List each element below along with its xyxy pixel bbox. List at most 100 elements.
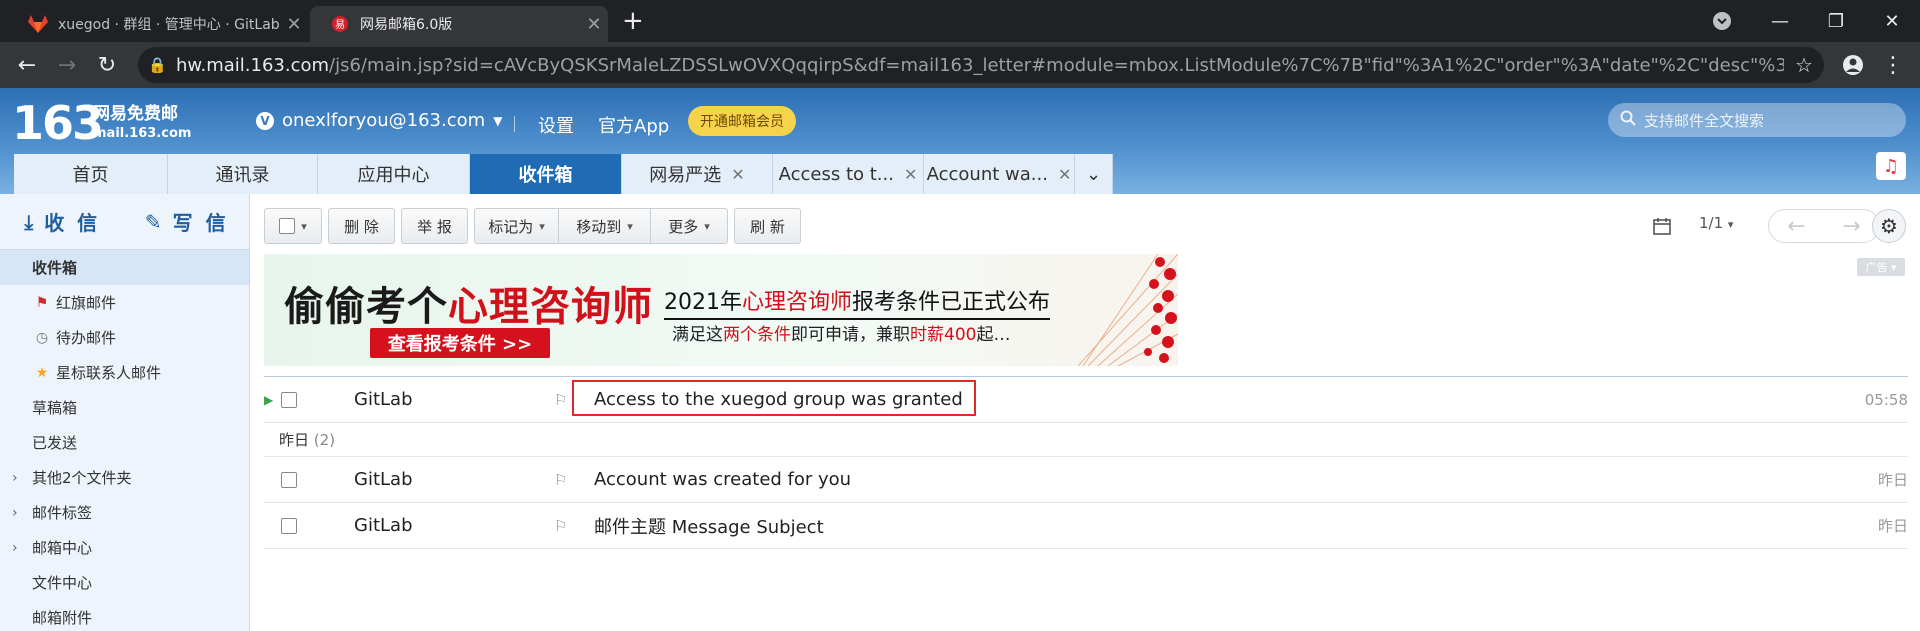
report-button[interactable]: 举 报 xyxy=(401,208,468,244)
chevron-down-icon: ▾ xyxy=(1890,260,1897,274)
delete-button[interactable]: 删 除 xyxy=(328,208,395,244)
menu-kebab-icon[interactable]: ⋮ xyxy=(1878,50,1908,80)
close-tab-icon[interactable]: ✕ xyxy=(280,14,308,35)
select-all-checkbox[interactable] xyxy=(279,218,296,234)
chevron-right-icon: › xyxy=(12,504,18,521)
more-button[interactable]: 更多 ▾ xyxy=(650,208,728,244)
action-group: 标记为 ▾ 移动到 ▾ 更多 ▾ xyxy=(474,208,728,244)
close-tab-icon[interactable]: ✕ xyxy=(580,14,608,35)
flag-icon[interactable]: ⚐ xyxy=(554,471,567,489)
close-window-icon[interactable]: ✕ xyxy=(1864,0,1920,42)
tab-contacts[interactable]: 通讯录 xyxy=(168,154,318,194)
main-nav-tabs: 首页 通讯录 应用中心 收件箱 网易严选 ✕ Access to t... ✕ Ac… xyxy=(14,154,1113,194)
tab-gitlab[interactable]: xuegod · 群组 · 管理中心 · GitLab ✕ xyxy=(8,6,308,42)
refresh-button[interactable]: 刷 新 xyxy=(734,208,801,244)
clock-icon: ◷ xyxy=(35,329,49,346)
star-icon: ★ xyxy=(35,364,49,381)
ad-title: 2021年心理咨询师报考条件已正式公布 xyxy=(664,284,1051,320)
date-group-header[interactable]: 昨日 (2) xyxy=(264,423,1908,457)
tab-title: xuegod · 群组 · 管理中心 · GitLab xyxy=(58,17,280,33)
close-icon[interactable]: ✕ xyxy=(731,165,744,184)
flag-icon[interactable]: ⚐ xyxy=(554,517,567,535)
chevron-down-icon: ▾ xyxy=(1727,218,1734,231)
tabs-more-icon[interactable]: ⌄ xyxy=(1075,154,1113,194)
address-bar: ← → ↻ 🔒 hw.mail.163.com/js6/main.jsp?sid… xyxy=(0,42,1920,88)
mail-search-input[interactable]: 支持邮件全文搜索 xyxy=(1608,103,1906,137)
tab-home[interactable]: 首页 xyxy=(14,154,168,194)
bookmark-star-icon[interactable]: ☆ xyxy=(1784,53,1824,77)
sidebar-item-todo[interactable]: ◷ 待办邮件 xyxy=(0,320,249,355)
url-field[interactable]: 🔒 hw.mail.163.com/js6/main.jsp?sid=cAVcB… xyxy=(138,47,1824,83)
mail-sender: GitLab xyxy=(354,469,413,490)
minimize-icon[interactable]: — xyxy=(1752,0,1808,42)
music-icon[interactable]: ♫ xyxy=(1876,152,1906,180)
tab-yanxuan[interactable]: 网易严选 ✕ xyxy=(622,154,773,194)
mail-row[interactable]: GitLab ⚐ Account was created for you 昨日 xyxy=(264,457,1908,503)
chevron-down-icon: ▾ xyxy=(704,219,710,233)
sidebar-item-starred[interactable]: ★ 星标联系人邮件 xyxy=(0,355,249,390)
next-page-icon[interactable]: → xyxy=(1824,210,1879,242)
mail-header: 163 网易免费邮 mail.163.com V onexlforyou@163… xyxy=(0,88,1920,194)
profile-menu-icon[interactable] xyxy=(1694,0,1750,42)
compose-button[interactable]: ✎ 写 信 xyxy=(125,194,250,249)
sidebar: ⤓ 收 信 ✎ 写 信 收件箱 ⚑ 红旗邮件 ◷ 待办邮件 ★ 星标联系人邮件 草稿箱 已… xyxy=(0,194,250,631)
sidebar-item-inbox[interactable]: 收件箱 xyxy=(0,250,249,285)
ad-banner[interactable]: 偷偷考个心理咨询师 查看报考条件 >> 2021年心理咨询师报考条件已正式公布 … xyxy=(264,254,1178,366)
mail-subject[interactable]: Account was created for you xyxy=(594,469,851,490)
sidebar-item-redflag[interactable]: ⚑ 红旗邮件 xyxy=(0,285,249,320)
account-switcher[interactable]: V onexlforyou@163.com ▼ xyxy=(256,110,502,131)
mail-time: 昨日 xyxy=(1877,471,1908,489)
chevron-down-icon: ▾ xyxy=(539,219,545,233)
sidebar-item-labels[interactable]: › 邮件标签 xyxy=(0,495,249,530)
tab-mail-access[interactable]: Access to t... ✕ xyxy=(773,154,924,194)
svg-text:易: 易 xyxy=(335,19,345,31)
url-text: hw.mail.163.com/js6/main.jsp?sid=cAVcByQ… xyxy=(176,54,1784,76)
ad-tag[interactable]: 广告 ▾ xyxy=(1857,258,1905,276)
close-icon[interactable]: ✕ xyxy=(904,165,917,184)
settings-link[interactable]: 设置 xyxy=(538,112,574,138)
mail-row[interactable]: GitLab ⚐ 邮件主题 Message Subject 昨日 xyxy=(264,503,1908,549)
flag-icon[interactable]: ⚐ xyxy=(554,391,567,409)
forward-icon[interactable]: → xyxy=(52,50,82,80)
new-tab-icon[interactable]: + xyxy=(622,6,644,36)
mail-subject[interactable]: 邮件主题 Message Subject xyxy=(594,513,824,539)
mail-row[interactable]: ▶ GitLab ⚐ Access to the xuegod group wa… xyxy=(264,377,1908,423)
restore-icon[interactable]: ❐ xyxy=(1808,0,1864,42)
move-to-button[interactable]: 移动到 ▾ xyxy=(558,208,650,244)
mail-sender: GitLab xyxy=(354,515,413,536)
close-icon[interactable]: ✕ xyxy=(1058,165,1071,184)
tab-inbox[interactable]: 收件箱 xyxy=(470,154,622,194)
sidebar-item-file-center[interactable]: 文件中心 xyxy=(0,565,249,600)
sidebar-item-mail-center[interactable]: › 邮箱中心 xyxy=(0,530,249,565)
tab-netease-mail[interactable]: 易 网易邮箱6.0版 ✕ xyxy=(310,6,608,42)
chevron-down-icon: ▾ xyxy=(627,219,633,233)
mail-toolbar: ▾ 删 除 举 报 标记为 ▾ 移动到 ▾ 更多 ▾ 刷 新 xyxy=(264,208,801,244)
sidebar-item-drafts[interactable]: 草稿箱 xyxy=(0,390,249,425)
receive-button[interactable]: ⤓ 收 信 xyxy=(0,194,125,249)
sidebar-item-other-folders[interactable]: › 其他2个文件夹 xyxy=(0,460,249,495)
back-icon[interactable]: ← xyxy=(12,50,42,80)
page-indicator[interactable]: 1/1 ▾ xyxy=(1699,214,1733,232)
account-icon[interactable] xyxy=(1838,50,1868,80)
prev-page-icon[interactable]: ← xyxy=(1769,210,1824,242)
download-icon: ⤓ xyxy=(24,209,37,234)
chevron-down-icon: ▼ xyxy=(493,113,503,128)
select-all-dropdown[interactable]: ▾ xyxy=(264,208,322,244)
calendar-icon[interactable] xyxy=(1652,216,1672,241)
mail-checkbox[interactable] xyxy=(281,471,297,488)
sidebar-item-attachments[interactable]: 邮箱附件 xyxy=(0,600,249,631)
vip-upgrade-button[interactable]: 开通邮箱会员 xyxy=(688,106,796,136)
mark-as-button[interactable]: 标记为 ▾ xyxy=(474,208,558,244)
mail-list: ▶ GitLab ⚐ Access to the xuegod group wa… xyxy=(264,377,1908,549)
sidebar-item-sent[interactable]: 已发送 xyxy=(0,425,249,460)
logo-163[interactable]: 163 xyxy=(12,96,104,150)
mail-checkbox[interactable] xyxy=(281,391,297,408)
ad-cta-button[interactable]: 查看报考条件 >> xyxy=(370,328,550,358)
reload-icon[interactable]: ↻ xyxy=(92,50,122,80)
mail-checkbox[interactable] xyxy=(281,517,297,534)
verified-icon: V xyxy=(256,111,274,130)
gear-icon[interactable]: ⚙ xyxy=(1872,209,1906,243)
tab-mail-account[interactable]: Account wa... ✕ xyxy=(924,154,1075,194)
official-app-link[interactable]: 官方App xyxy=(598,112,669,138)
tab-app-center[interactable]: 应用中心 xyxy=(318,154,470,194)
